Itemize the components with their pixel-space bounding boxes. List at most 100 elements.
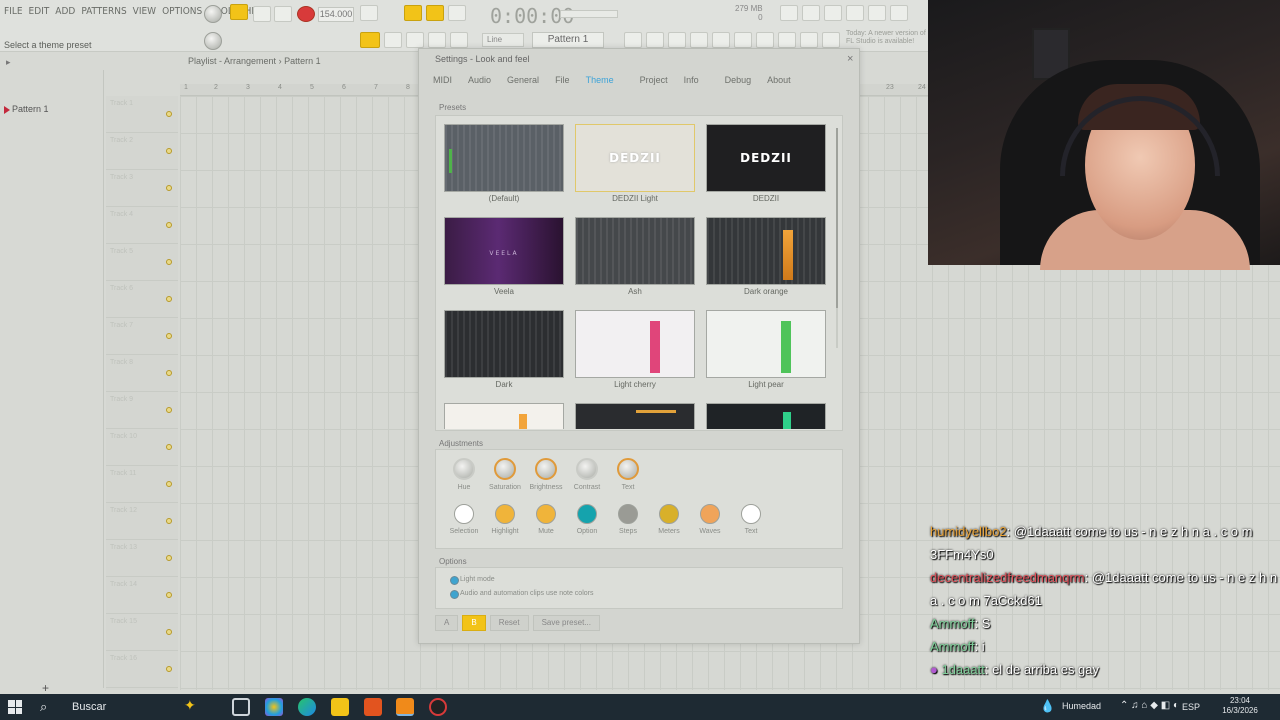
tab-theme[interactable]: Theme bbox=[578, 73, 622, 91]
scroll-thumb[interactable] bbox=[836, 128, 838, 308]
windows-start-icon[interactable] bbox=[8, 700, 22, 714]
text-color-swatch[interactable] bbox=[741, 504, 761, 524]
pat-song-toggle[interactable] bbox=[230, 4, 248, 20]
preset-partial[interactable] bbox=[575, 403, 695, 429]
add-track-icon[interactable]: + bbox=[42, 681, 49, 695]
menu-add[interactable]: ADD bbox=[55, 6, 75, 17]
tray-icons[interactable]: ⌃ ♫ ⌂ ◆ ◧ ◐ bbox=[1120, 700, 1179, 711]
close-icon[interactable]: × bbox=[847, 53, 853, 65]
preset-a-button[interactable]: A bbox=[435, 615, 459, 631]
menu-view[interactable]: VIEW bbox=[133, 6, 156, 17]
track-led-icon[interactable] bbox=[166, 111, 172, 117]
browser-arrow-icon[interactable]: ▸ bbox=[6, 57, 11, 68]
track-led-icon[interactable] bbox=[166, 296, 172, 302]
tool-icon-4[interactable] bbox=[690, 32, 708, 48]
track-led-icon[interactable] bbox=[166, 407, 172, 413]
tab-audio[interactable]: Audio bbox=[460, 73, 499, 91]
track-led-icon[interactable] bbox=[166, 444, 172, 450]
text-knob[interactable] bbox=[617, 458, 639, 480]
track-header[interactable]: Track 3 bbox=[106, 170, 178, 207]
stop-icon[interactable] bbox=[274, 6, 292, 22]
preset-b-button[interactable]: B bbox=[462, 615, 486, 631]
file-explorer-icon[interactable] bbox=[331, 698, 349, 716]
tab-midi[interactable]: MIDI bbox=[425, 73, 460, 91]
track-led-icon[interactable] bbox=[166, 518, 172, 524]
preset-dedzii[interactable]: DEDZII bbox=[706, 124, 826, 192]
tool-icon-3[interactable] bbox=[668, 32, 686, 48]
tool-icon-1[interactable] bbox=[624, 32, 642, 48]
tab-about[interactable]: About bbox=[759, 73, 799, 91]
preset-veela[interactable]: VEELA bbox=[444, 217, 564, 285]
record-icon[interactable] bbox=[297, 6, 315, 22]
copilot-sparkle-icon[interactable]: ✦ bbox=[184, 697, 196, 714]
menu-options[interactable]: OPTIONS bbox=[162, 6, 202, 17]
copilot-icon[interactable] bbox=[265, 698, 283, 716]
highlight-color-swatch[interactable] bbox=[495, 504, 515, 524]
track-led-icon[interactable] bbox=[166, 185, 172, 191]
master-pitch-knob[interactable] bbox=[204, 32, 222, 50]
contrast-knob[interactable] bbox=[576, 458, 598, 480]
track-header[interactable]: Track 13 bbox=[106, 540, 178, 577]
mute-color-swatch[interactable] bbox=[536, 504, 556, 524]
preset-ash[interactable] bbox=[575, 217, 695, 285]
language-indicator[interactable]: ESP bbox=[1182, 702, 1200, 712]
selection-color-swatch[interactable] bbox=[454, 504, 474, 524]
tool-icon-7[interactable] bbox=[756, 32, 774, 48]
wait-input-icon[interactable] bbox=[404, 5, 422, 21]
saturation-knob[interactable] bbox=[494, 458, 516, 480]
track-header[interactable]: Track 11 bbox=[106, 466, 178, 503]
blend-notes-icon[interactable] bbox=[448, 5, 466, 21]
track-led-icon[interactable] bbox=[166, 222, 172, 228]
tab-project[interactable]: Project bbox=[632, 73, 676, 91]
track-led-icon[interactable] bbox=[166, 555, 172, 561]
master-volume-knob[interactable] bbox=[204, 5, 222, 23]
loop-record-icon[interactable] bbox=[426, 5, 444, 21]
toolbar-icon-a[interactable] bbox=[780, 5, 798, 21]
taskbar-clock[interactable]: 23:04 16/3/2026 bbox=[1210, 696, 1270, 716]
tool-icon-8[interactable] bbox=[778, 32, 796, 48]
tool-icon-5[interactable] bbox=[712, 32, 730, 48]
track-header[interactable]: Track 15 bbox=[106, 614, 178, 651]
toolbar-icon-e[interactable] bbox=[868, 5, 886, 21]
track-header[interactable]: Track 16 bbox=[106, 651, 178, 688]
tab-info[interactable]: Info bbox=[676, 73, 707, 91]
tool-icon-2[interactable] bbox=[646, 32, 664, 48]
track-header[interactable]: Track 9 bbox=[106, 392, 178, 429]
brightness-knob[interactable] bbox=[535, 458, 557, 480]
track-header[interactable]: Track 8 bbox=[106, 355, 178, 392]
toolbar-icon-d[interactable] bbox=[846, 5, 864, 21]
play-icon[interactable] bbox=[253, 6, 271, 22]
steps-color-swatch[interactable] bbox=[618, 504, 638, 524]
browser-item-pattern[interactable]: Pattern 1 bbox=[2, 104, 92, 116]
playlist-pattern-crumb[interactable]: Pattern 1 bbox=[284, 56, 321, 66]
track-led-icon[interactable] bbox=[166, 481, 172, 487]
track-led-icon[interactable] bbox=[166, 370, 172, 376]
track-led-icon[interactable] bbox=[166, 148, 172, 154]
option-color-swatch[interactable] bbox=[577, 504, 597, 524]
menu-edit[interactable]: EDIT bbox=[29, 6, 50, 17]
fl-studio-icon[interactable] bbox=[396, 698, 414, 716]
mixer-icon[interactable] bbox=[406, 32, 424, 48]
track-header[interactable]: Track 14 bbox=[106, 577, 178, 614]
weather-widget[interactable]: Humedad bbox=[1040, 699, 1120, 713]
tool-icon-9[interactable] bbox=[800, 32, 818, 48]
toolbar-icon-b[interactable] bbox=[802, 5, 820, 21]
task-view-icon[interactable] bbox=[232, 698, 250, 716]
preset-partial[interactable] bbox=[444, 403, 564, 429]
track-header[interactable]: Track 1 bbox=[106, 96, 178, 133]
note-colors-option[interactable]: Audio and automation clips use note colo… bbox=[450, 590, 593, 599]
tab-general[interactable]: General bbox=[499, 73, 547, 91]
tool-icon-10[interactable] bbox=[822, 32, 840, 48]
track-led-icon[interactable] bbox=[166, 629, 172, 635]
light-mode-option[interactable]: Light mode bbox=[450, 576, 495, 585]
snap-select[interactable]: Line bbox=[482, 33, 524, 47]
track-header[interactable]: Track 5 bbox=[106, 244, 178, 281]
news-panel[interactable]: Today: A newer version of FL Studio is a… bbox=[846, 30, 926, 46]
track-header[interactable]: Track 6 bbox=[106, 281, 178, 318]
hue-knob[interactable] bbox=[453, 458, 475, 480]
waves-color-swatch[interactable] bbox=[700, 504, 720, 524]
preset-light-pear[interactable] bbox=[706, 310, 826, 378]
track-header[interactable]: Track 10 bbox=[106, 429, 178, 466]
track-led-icon[interactable] bbox=[166, 592, 172, 598]
preset-dark-orange[interactable] bbox=[706, 217, 826, 285]
